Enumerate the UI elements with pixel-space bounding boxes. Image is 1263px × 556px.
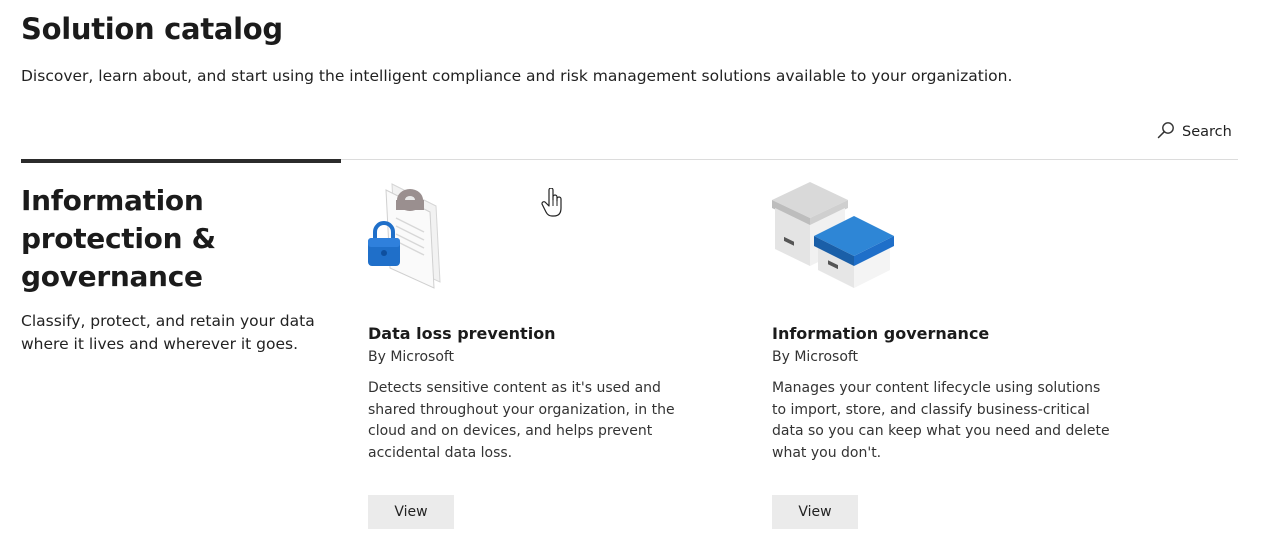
hand-cursor-icon — [541, 187, 565, 222]
solution-card-information-governance: Information governance By Microsoft Mana… — [770, 178, 1130, 529]
search-label: Search — [1182, 124, 1232, 140]
search-button[interactable]: Search — [1157, 121, 1232, 143]
page-description: Discover, learn about, and start using t… — [21, 67, 1013, 85]
card-title: Information governance — [772, 324, 990, 343]
card-vendor: By Microsoft — [772, 349, 859, 365]
view-button[interactable]: View — [772, 495, 858, 529]
page-title: Solution catalog — [21, 12, 283, 46]
tab-active-indicator — [21, 159, 341, 163]
card-description: Detects sensitive content as it's used a… — [368, 380, 675, 461]
search-icon — [1157, 121, 1175, 143]
card-title: Data loss prevention — [368, 324, 556, 343]
view-button[interactable]: View — [368, 495, 454, 529]
section-description: Classify, protect, and retain your data … — [21, 312, 315, 353]
document-lock-icon — [366, 178, 506, 293]
archive-boxes-icon — [770, 178, 910, 293]
section-title: Information protection & governance — [21, 184, 216, 293]
card-description: Manages your content lifecycle using sol… — [772, 380, 1110, 461]
card-vendor: By Microsoft — [368, 349, 455, 365]
